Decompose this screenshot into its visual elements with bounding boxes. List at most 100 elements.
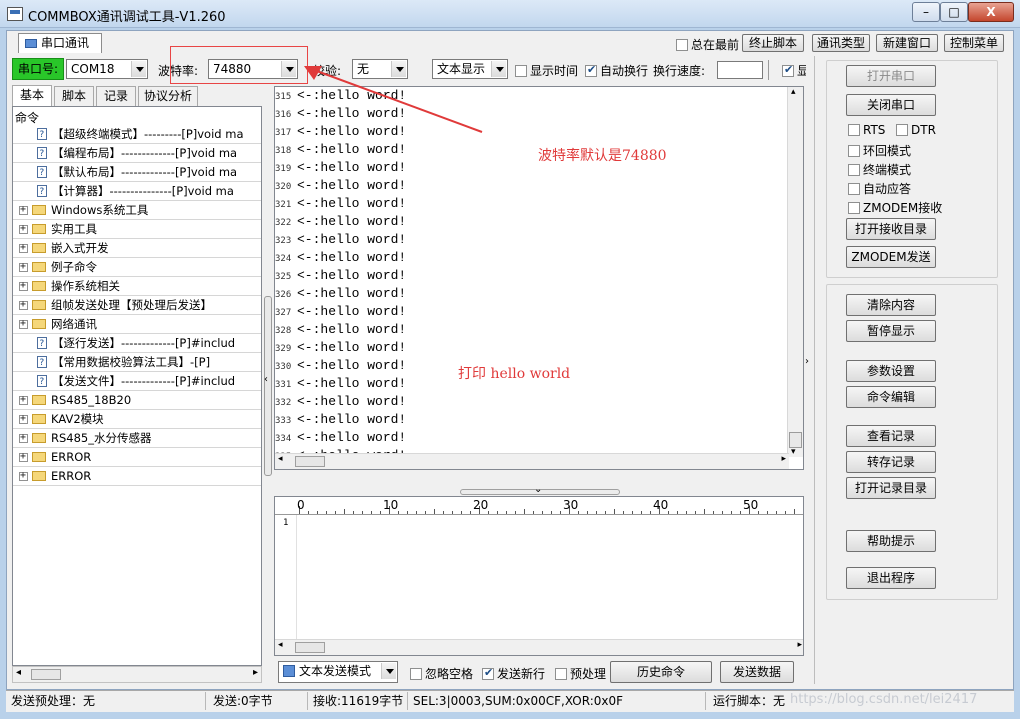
expand-icon[interactable]: [19, 220, 28, 238]
tree-folder[interactable]: RS485_水分传感器: [13, 429, 261, 448]
scroll-thumb[interactable]: [789, 432, 802, 448]
scroll-down-icon[interactable]: ▾: [791, 447, 796, 457]
expand-icon[interactable]: [19, 315, 28, 333]
expand-icon[interactable]: [19, 410, 28, 428]
output-horizontal-scrollbar[interactable]: ◂ ▸: [275, 453, 789, 469]
expand-icon[interactable]: [19, 467, 28, 485]
clear-button[interactable]: 清除内容: [846, 294, 936, 316]
zmodem-send-button[interactable]: ZMODEM发送: [846, 246, 936, 268]
control-menu-button[interactable]: 控制菜单: [944, 34, 1004, 52]
receive-output[interactable]: 315 <-:hello word! 316 <-:hello word! 317 <-:…: [274, 86, 804, 470]
rts-checkbox[interactable]: RTS: [848, 123, 885, 137]
chevron-right-icon[interactable]: ›: [805, 356, 809, 367]
comm-type-button[interactable]: 通讯类型: [812, 34, 870, 52]
tree-folder[interactable]: 组帧发送处理【预处理后发送】: [13, 296, 261, 315]
tree-folder[interactable]: RS485_18B20: [13, 391, 261, 410]
view-log-button[interactable]: 查看记录: [846, 425, 936, 447]
output-vertical-scrollbar[interactable]: ▴ ▾: [787, 87, 803, 457]
tree-folder[interactable]: ERROR: [13, 467, 261, 486]
expand-icon[interactable]: [19, 277, 28, 295]
dtr-checkbox[interactable]: DTR: [896, 123, 936, 137]
scroll-left-icon[interactable]: ◂: [278, 640, 283, 650]
expand-icon[interactable]: [19, 429, 28, 447]
scroll-thumb[interactable]: [295, 642, 325, 653]
expand-icon[interactable]: [19, 296, 28, 314]
scroll-right-icon[interactable]: ▸: [781, 454, 786, 464]
chevron-down-icon[interactable]: [381, 663, 396, 679]
save-log-button[interactable]: 转存记录: [846, 451, 936, 473]
tab-basic[interactable]: 基本: [12, 85, 52, 106]
tab-protocol[interactable]: 协议分析: [138, 86, 198, 106]
splitter-right[interactable]: ›: [804, 86, 814, 656]
open-port-button[interactable]: 打开串口: [846, 65, 936, 87]
tree-folder[interactable]: 实用工具: [13, 220, 261, 239]
send-newline-checkbox[interactable]: 发送新行: [482, 665, 545, 682]
tree-horizontal-scrollbar[interactable]: ◂ ▸: [12, 666, 262, 683]
expand-icon[interactable]: [19, 391, 28, 409]
splitter-handle[interactable]: [264, 296, 272, 476]
new-window-button[interactable]: 新建窗口: [876, 34, 938, 52]
scroll-up-icon[interactable]: ▴: [791, 87, 796, 97]
overflow-checkbox[interactable]: 显: [782, 62, 806, 79]
close-port-button[interactable]: 关闭串口: [846, 94, 936, 116]
cmd-edit-button[interactable]: 命令编辑: [846, 386, 936, 408]
tab-serial[interactable]: 串口通讯: [18, 33, 102, 53]
terminal-checkbox[interactable]: 终端模式: [848, 161, 911, 178]
history-button[interactable]: 历史命令: [610, 661, 712, 683]
tree-command[interactable]: 【计算器】---------------[P]void ma: [13, 182, 261, 201]
help-button[interactable]: 帮助提示: [846, 530, 936, 552]
expand-icon[interactable]: [19, 239, 28, 257]
tree-folder[interactable]: 嵌入式开发: [13, 239, 261, 258]
chevron-down-icon[interactable]: ⌄: [534, 484, 542, 495]
tree-command[interactable]: 【常用数据校验算法工具】-[P]: [13, 353, 261, 372]
open-recv-dir-button[interactable]: 打开接收目录: [846, 218, 936, 240]
params-button[interactable]: 参数设置: [846, 360, 936, 382]
splitter-horizontal[interactable]: ⌄: [460, 484, 620, 496]
stop-script-button[interactable]: 终止脚本: [742, 34, 804, 52]
tree-command[interactable]: 【逐行发送】-------------[P]#includ: [13, 334, 261, 353]
tree-folder[interactable]: 操作系统相关: [13, 277, 261, 296]
tree-folder[interactable]: ERROR: [13, 448, 261, 467]
send-mode-select[interactable]: 文本发送模式: [278, 661, 398, 683]
tree-folder[interactable]: Windows系统工具: [13, 201, 261, 220]
tree-folder[interactable]: 例子命令: [13, 258, 261, 277]
scroll-right-icon[interactable]: ▸: [253, 667, 258, 678]
loopback-checkbox[interactable]: 环回模式: [848, 142, 911, 159]
expand-icon[interactable]: [19, 448, 28, 466]
scroll-right-icon[interactable]: ▸: [797, 640, 802, 650]
scroll-thumb[interactable]: [31, 669, 61, 680]
input-horizontal-scrollbar[interactable]: ◂ ▸: [275, 639, 803, 655]
splitter-vertical[interactable]: ‹: [262, 106, 274, 666]
zmodem-recv-checkbox[interactable]: ZMODEM接收: [848, 199, 942, 216]
expand-icon[interactable]: [19, 258, 28, 276]
pause-button[interactable]: 暂停显示: [846, 320, 936, 342]
tab-script[interactable]: 脚本: [54, 86, 94, 106]
command-tree[interactable]: 命令 【超级终端模式】---------[P]void ma 【编程布局】----…: [12, 106, 262, 666]
maximize-button[interactable]: □: [940, 2, 968, 22]
auto-wrap-checkbox[interactable]: 自动换行: [585, 62, 648, 79]
ignore-space-checkbox[interactable]: 忽略空格: [410, 665, 473, 682]
tree-command[interactable]: 【发送文件】-------------[P]#includ: [13, 372, 261, 391]
scroll-left-icon[interactable]: ◂: [16, 667, 21, 678]
send-input[interactable]: 0 10 20 30 40 50 1 ◂ ▸: [274, 496, 804, 656]
close-button[interactable]: X: [968, 2, 1014, 22]
always-on-top-checkbox[interactable]: 总在最前: [676, 36, 739, 53]
chevron-down-icon[interactable]: [491, 61, 506, 77]
chevron-left-icon[interactable]: ‹: [264, 374, 268, 385]
preprocess-checkbox[interactable]: 预处理: [555, 665, 606, 682]
open-log-dir-button[interactable]: 打开记录目录: [846, 477, 936, 499]
port-select[interactable]: COM18: [66, 59, 148, 79]
exit-button[interactable]: 退出程序: [846, 567, 936, 589]
tree-command[interactable]: 【超级终端模式】---------[P]void ma: [13, 125, 261, 144]
send-data-button[interactable]: 发送数据: [720, 661, 794, 683]
tree-command[interactable]: 【默认布局】-------------[P]void ma: [13, 163, 261, 182]
auto-reply-checkbox[interactable]: 自动应答: [848, 180, 911, 197]
minimize-button[interactable]: –: [912, 2, 940, 22]
scroll-thumb[interactable]: [295, 456, 325, 467]
tree-command[interactable]: 【编程布局】-------------[P]void ma: [13, 144, 261, 163]
tree-folder[interactable]: 网络通讯: [13, 315, 261, 334]
tab-record[interactable]: 记录: [96, 86, 136, 106]
scroll-left-icon[interactable]: ◂: [278, 454, 283, 464]
expand-icon[interactable]: [19, 201, 28, 219]
chevron-down-icon[interactable]: [131, 61, 146, 77]
